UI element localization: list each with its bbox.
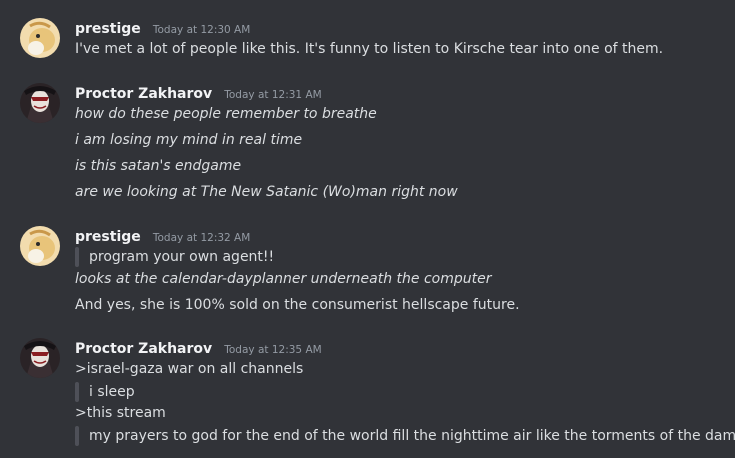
prestige-avatar-icon[interactable]: [20, 226, 60, 266]
block-quote: i sleep: [75, 382, 135, 402]
message-header: prestige Today at 12:32 AM: [75, 226, 250, 245]
author-name[interactable]: prestige: [75, 21, 141, 37]
message-timestamp[interactable]: Today at 12:30 AM: [153, 24, 250, 36]
message-timestamp[interactable]: Today at 12:31 AM: [224, 89, 321, 101]
message-text: And yes, she is 100% sold on the consume…: [75, 297, 520, 313]
block-quote: my prayers to god for the end of the wor…: [75, 426, 735, 446]
message-text: are we looking at The New Satanic (Wo)ma…: [75, 184, 458, 200]
message-header: Proctor Zakharov Today at 12:31 AM: [75, 83, 322, 102]
message-text: >israel-gaza war on all channels: [75, 361, 304, 377]
author-name[interactable]: Proctor Zakharov: [75, 341, 212, 357]
message-text: >this stream: [75, 405, 166, 421]
message-timestamp[interactable]: Today at 12:35 AM: [224, 344, 321, 356]
message-text: i am losing my mind in real time: [75, 132, 303, 148]
message-text: looks at the calendar-dayplanner underne…: [75, 271, 492, 287]
message-text: how do these people remember to breathe: [75, 106, 377, 122]
chat-message-list: prestige Today at 12:30 AM I've met a lo…: [0, 0, 735, 458]
message-header: Proctor Zakharov Today at 12:35 AM: [75, 338, 322, 357]
block-quote: program your own agent!!: [75, 247, 274, 267]
prestige-avatar-icon[interactable]: [20, 18, 60, 58]
message-text: I've met a lot of people like this. It's…: [75, 41, 664, 57]
message-header: prestige Today at 12:30 AM: [75, 18, 250, 37]
proctor-avatar-icon[interactable]: [20, 338, 60, 378]
message-text: is this satan's endgame: [75, 158, 242, 174]
proctor-avatar-icon[interactable]: [20, 83, 60, 123]
message-timestamp[interactable]: Today at 12:32 AM: [153, 232, 250, 244]
author-name[interactable]: prestige: [75, 229, 141, 245]
author-name[interactable]: Proctor Zakharov: [75, 86, 212, 102]
